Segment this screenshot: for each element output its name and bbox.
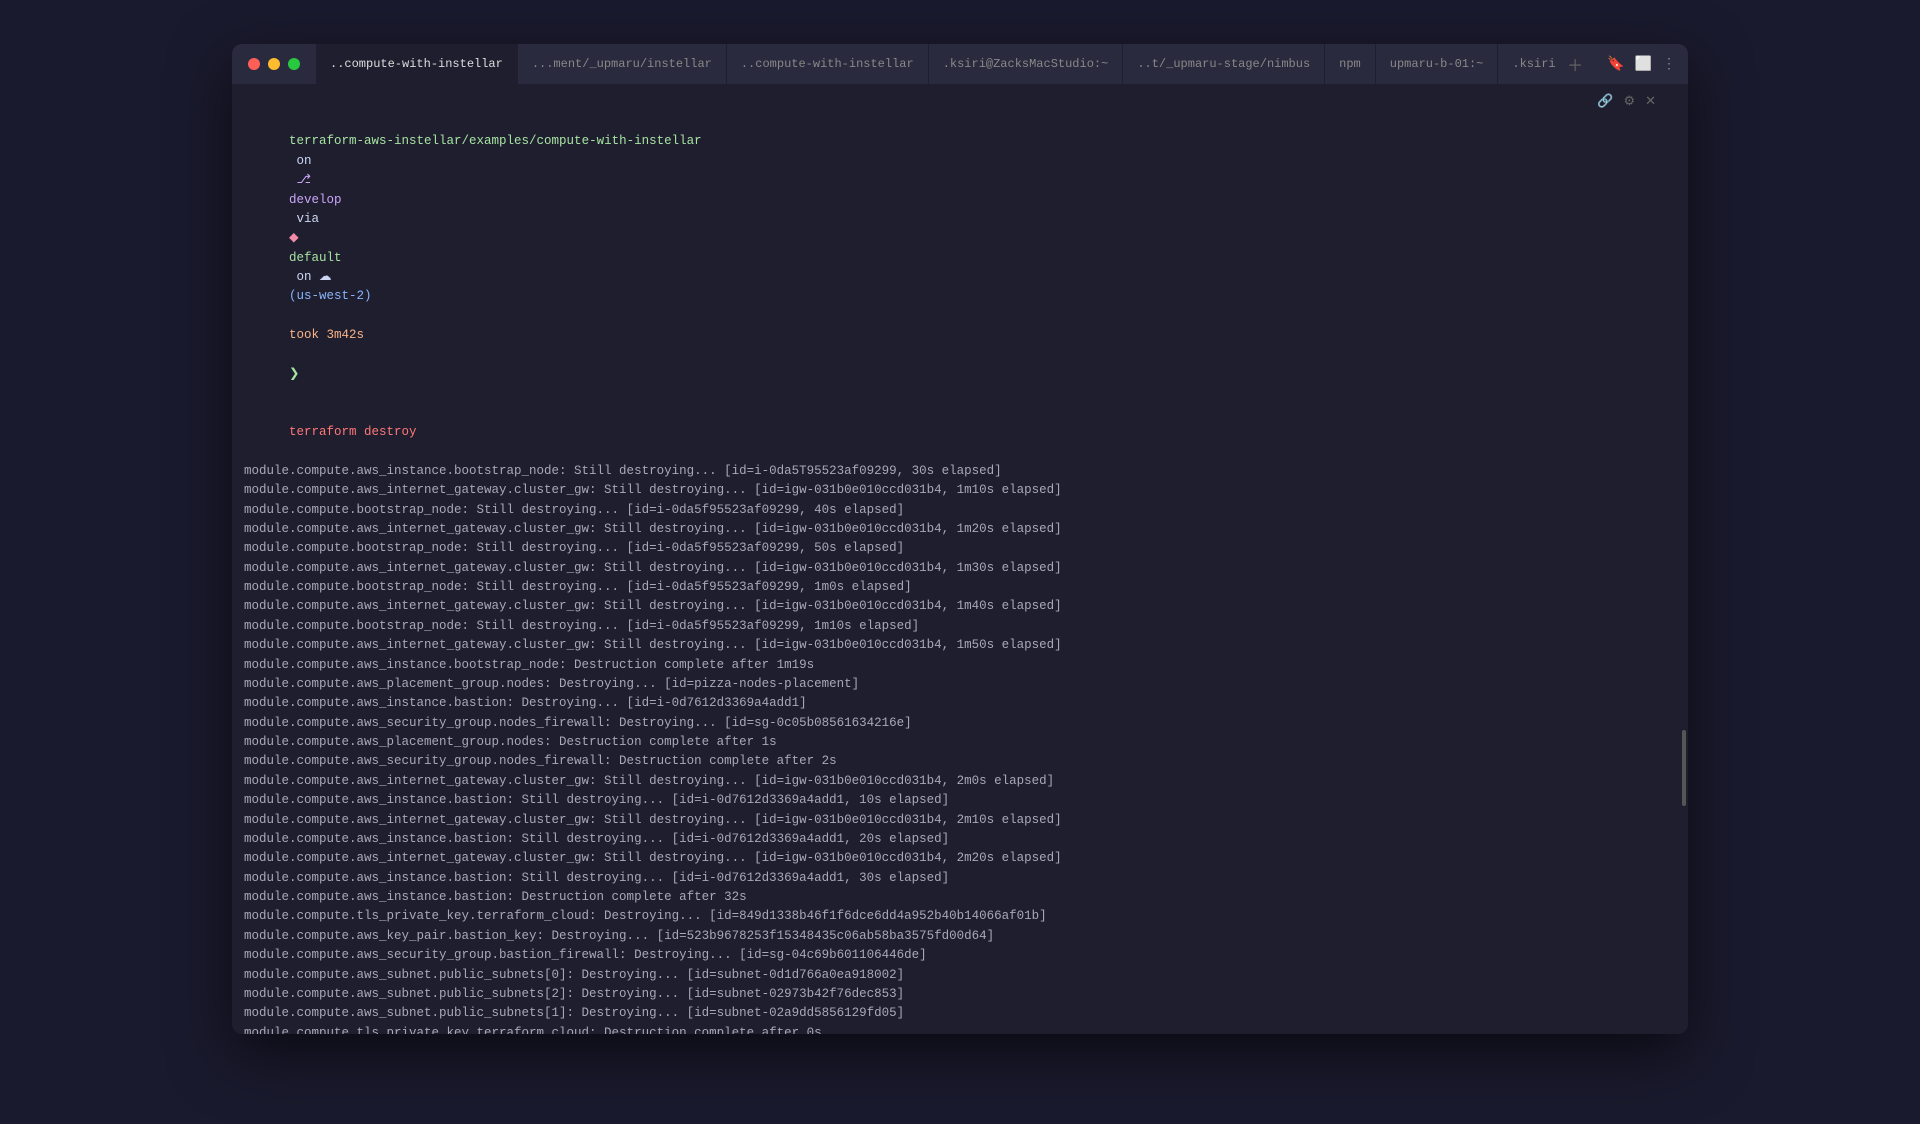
cmd-line-1: terraform destroy bbox=[244, 404, 1676, 462]
log-line: module.compute.aws_internet_gateway.clus… bbox=[244, 636, 1676, 655]
log-line: module.compute.aws_placement_group.nodes… bbox=[244, 733, 1676, 752]
terminal-toolbar-settings[interactable]: ⚙ bbox=[1623, 94, 1635, 109]
prompt-line-1: terraform-aws-instellar/examples/compute… bbox=[244, 113, 1676, 404]
log-line: module.compute.aws_key_pair.bastion_key:… bbox=[244, 927, 1676, 946]
tab-upmaru-b01[interactable]: upmaru-b-01:~ bbox=[1376, 44, 1499, 84]
log-line: module.compute.aws_internet_gateway.clus… bbox=[244, 811, 1676, 830]
terminal-content: 🔗 ⚙ ✕ terraform-aws-instellar/examples/c… bbox=[232, 84, 1688, 1034]
prompt1-region: (us-west-2) bbox=[289, 289, 372, 303]
scrollbar[interactable] bbox=[1680, 84, 1686, 1034]
log-line: module.compute.aws_subnet.public_subnets… bbox=[244, 985, 1676, 1004]
log-line: module.compute.aws_security_group.bastio… bbox=[244, 946, 1676, 965]
tab-zacks-macstudio-2[interactable]: .ksiri@ZacksMacStudio:~ bbox=[1498, 44, 1555, 84]
tab-compute-with-instellar-2[interactable]: ..compute-with-instellar bbox=[727, 44, 929, 84]
tab-zacks-macstudio-1[interactable]: .ksiri@ZacksMacStudio:~ bbox=[929, 44, 1124, 84]
log-line: module.compute.tls_private_key.terraform… bbox=[244, 907, 1676, 926]
close-button[interactable] bbox=[248, 58, 260, 70]
log-line: module.compute.aws_subnet.public_subnets… bbox=[244, 966, 1676, 985]
log-line: module.compute.aws_instance.bastion: Sti… bbox=[244, 830, 1676, 849]
terminal-toolbar-bookmark[interactable]: 🔗 bbox=[1597, 94, 1613, 109]
log-line: module.compute.aws_instance.bootstrap_no… bbox=[244, 656, 1676, 675]
tab-compute-with-instellar-1[interactable]: ..compute-with-instellar bbox=[316, 44, 518, 84]
log-output: module.compute.aws_instance.bootstrap_no… bbox=[244, 462, 1676, 1034]
log-line: module.compute.tls_private_key.terraform… bbox=[244, 1024, 1676, 1034]
log-line: module.compute.aws_instance.bastion: Sti… bbox=[244, 869, 1676, 888]
bookmark-icon[interactable]: 🔖 bbox=[1607, 56, 1624, 73]
split-icon[interactable]: ⬜ bbox=[1635, 56, 1652, 73]
log-line: module.compute.aws_internet_gateway.clus… bbox=[244, 849, 1676, 868]
scrollbar-thumb[interactable] bbox=[1682, 730, 1686, 806]
terminal-toolbar-close[interactable]: ✕ bbox=[1645, 94, 1656, 109]
log-line: module.compute.aws_instance.bastion: Sti… bbox=[244, 791, 1676, 810]
log-line: module.compute.aws_internet_gateway.clus… bbox=[244, 559, 1676, 578]
log-line: module.compute.aws_internet_gateway.clus… bbox=[244, 772, 1676, 791]
log-line: module.compute.bootstrap_node: Still des… bbox=[244, 501, 1676, 520]
tab-upmaru-stage-nimbus[interactable]: ..t/_upmaru-stage/nimbus bbox=[1123, 44, 1325, 84]
tab-npm[interactable]: npm bbox=[1325, 44, 1376, 84]
tab-actions: ＋ bbox=[1555, 44, 1595, 84]
more-options-icon[interactable]: ⋮ bbox=[1662, 56, 1676, 73]
maximize-button[interactable] bbox=[288, 58, 300, 70]
tab-list: ..compute-with-instellar ...ment/_upmaru… bbox=[316, 44, 1555, 84]
minimize-button[interactable] bbox=[268, 58, 280, 70]
prompt1-profile: default bbox=[289, 251, 342, 265]
cmd1-text: terraform destroy bbox=[289, 425, 417, 439]
log-line: module.compute.bootstrap_node: Still des… bbox=[244, 539, 1676, 558]
log-line: module.compute.bootstrap_node: Still des… bbox=[244, 617, 1676, 636]
log-line: module.compute.aws_subnet.public_subnets… bbox=[244, 1004, 1676, 1023]
log-line: module.compute.bootstrap_node: Still des… bbox=[244, 578, 1676, 597]
tab-bar: ..compute-with-instellar ...ment/_upmaru… bbox=[232, 44, 1688, 84]
prompt1-branch: develop bbox=[289, 193, 342, 207]
log-line: module.compute.aws_internet_gateway.clus… bbox=[244, 597, 1676, 616]
log-line: module.compute.aws_instance.bastion: Des… bbox=[244, 888, 1676, 907]
log-line: module.compute.aws_internet_gateway.clus… bbox=[244, 520, 1676, 539]
log-line: module.compute.aws_instance.bastion: Des… bbox=[244, 694, 1676, 713]
prompt1-path: terraform-aws-instellar/examples/compute… bbox=[289, 134, 702, 148]
tab-upmaru-instellar[interactable]: ...ment/_upmaru/instellar bbox=[518, 44, 727, 84]
prompt1-diamond: ◆ bbox=[289, 231, 306, 245]
log-line: module.compute.aws_instance.bootstrap_no… bbox=[244, 462, 1676, 481]
log-line: module.compute.aws_placement_group.nodes… bbox=[244, 675, 1676, 694]
prompt1-branch-icon: ⎇ bbox=[289, 173, 318, 187]
terminal-window: ..compute-with-instellar ...ment/_upmaru… bbox=[232, 44, 1688, 1034]
log-line: module.compute.aws_security_group.nodes_… bbox=[244, 714, 1676, 733]
window-controls bbox=[232, 44, 316, 84]
add-tab-button[interactable]: ＋ bbox=[1567, 52, 1583, 76]
prompt1-arrow: ❯ bbox=[289, 367, 299, 381]
log-line: module.compute.aws_internet_gateway.clus… bbox=[244, 481, 1676, 500]
prompt1-took: took 3m42s bbox=[289, 328, 364, 342]
log-line: module.compute.aws_security_group.nodes_… bbox=[244, 752, 1676, 771]
toolbar-right: 🔖 ⬜ ⋮ bbox=[1595, 44, 1688, 84]
